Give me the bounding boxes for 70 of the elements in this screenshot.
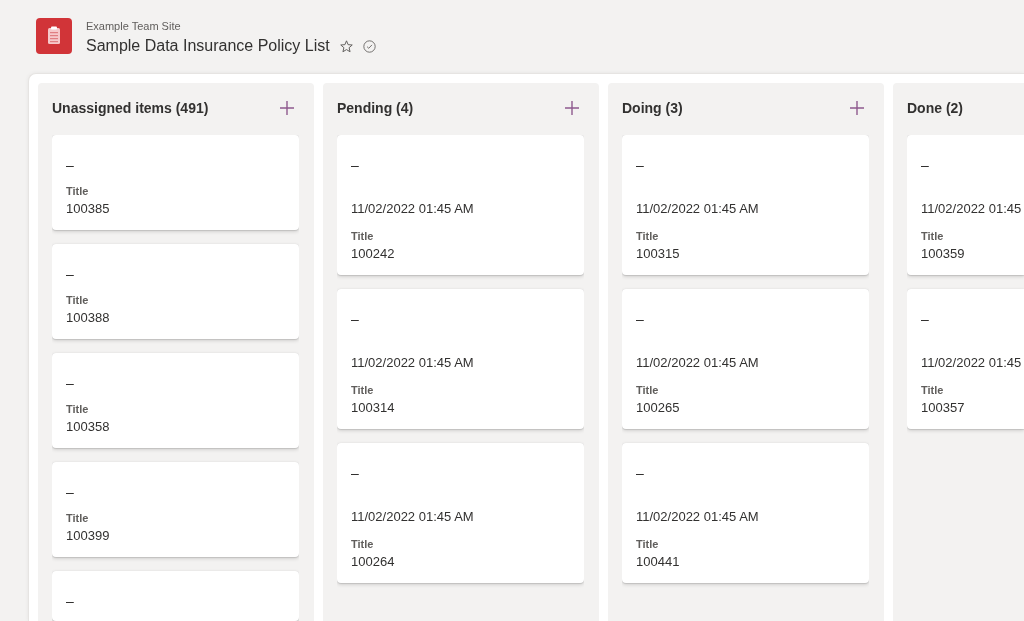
list-card[interactable]: – 11/02/2022 01:45 AM Title 100314 [337,289,584,429]
card-heading: – [66,592,74,611]
field-value: 100242 [351,245,395,263]
field-label: Title [66,293,89,308]
card-date: 11/02/2022 01:45 AM [351,354,474,372]
column-title: Pending (4) [337,98,414,118]
list-card[interactable]: – 11/02/2022 01:45 AM Title 100265 [622,289,869,429]
field-value: 100359 [921,245,965,263]
card-heading: – [66,156,74,175]
card-heading: – [351,310,359,329]
plus-icon [280,100,294,115]
site-name[interactable]: Example Team Site [86,19,181,33]
card-heading: – [636,310,644,329]
card-heading: – [66,483,74,502]
card-date: 11/02/2022 01:45 AM [636,508,759,526]
field-label: Title [66,184,89,199]
list-card[interactable]: – Title 100385 [52,135,299,230]
plus-icon [565,100,579,115]
list-card[interactable]: – 11/02/2022 01:45 AM Title 100441 [622,443,869,583]
list-card[interactable]: – 11/02/2022 01:45 AM Title 100315 [622,135,869,275]
field-value: 100388 [66,309,110,327]
card-heading: – [66,374,74,393]
list-card[interactable]: – Title 100388 [52,244,299,339]
check-circle-icon[interactable] [362,39,376,53]
field-label: Title [66,402,89,417]
column-title: Done (2) [907,98,963,118]
card-heading: – [636,464,644,483]
card-heading: – [636,156,644,175]
field-value: 100265 [636,399,680,417]
field-label: Title [921,383,944,398]
field-value: 100358 [66,418,110,436]
list-card[interactable]: – 11/02/2022 01:45 Title 100357 [907,289,1024,429]
column-title: Unassigned items (491) [52,98,209,118]
card-date: 11/02/2022 01:45 [921,354,1022,372]
site-logo-icon [36,18,72,54]
list-card[interactable]: – 11/02/2022 01:45 Title 100359 [907,135,1024,275]
list-card[interactable]: – Title 100399 [52,462,299,557]
card-heading: – [351,464,359,483]
field-value: 100264 [351,553,395,571]
field-value: 100399 [66,527,110,545]
field-value: 100385 [66,200,110,218]
card-date: 11/02/2022 01:45 AM [636,354,759,372]
list-card[interactable]: – [52,571,299,621]
field-label: Title [351,383,374,398]
list-title: Sample Data Insurance Policy List [86,36,330,56]
card-date: 11/02/2022 01:45 [921,200,1022,218]
card-heading: – [351,156,359,175]
field-label: Title [636,537,659,552]
card-heading: – [921,156,929,175]
card-date: 11/02/2022 01:45 AM [351,508,474,526]
field-label: Title [66,511,89,526]
field-label: Title [636,229,659,244]
card-date: 11/02/2022 01:45 AM [636,200,759,218]
field-label: Title [921,229,944,244]
card-date: 11/02/2022 01:45 AM [351,200,474,218]
star-icon[interactable] [339,39,353,53]
card-heading: – [66,265,74,284]
column-title: Doing (3) [622,98,683,118]
field-value: 100441 [636,553,680,571]
field-label: Title [351,537,374,552]
field-label: Title [636,383,659,398]
list-card[interactable]: – 11/02/2022 01:45 AM Title 100242 [337,135,584,275]
field-value: 100314 [351,399,395,417]
card-heading: – [921,310,929,329]
list-card[interactable]: – Title 100358 [52,353,299,448]
plus-icon [850,100,864,115]
field-value: 100357 [921,399,965,417]
field-value: 100315 [636,245,680,263]
field-label: Title [351,229,374,244]
list-card[interactable]: – 11/02/2022 01:45 AM Title 100264 [337,443,584,583]
